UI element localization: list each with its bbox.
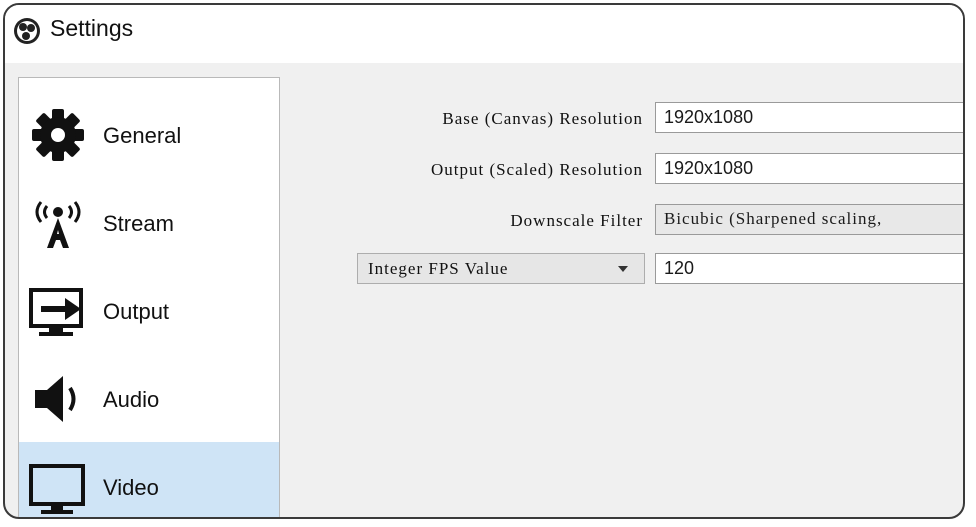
output-resolution-label: Output (Scaled) Resolution	[430, 160, 643, 179]
sidebar-item-label: Video	[103, 475, 159, 500]
fps-value-field[interactable]: 120	[655, 253, 963, 284]
sidebar-item-output[interactable]: Output	[19, 266, 279, 354]
sidebar-item-label: Audio	[103, 387, 160, 412]
sidebar-item-general[interactable]: General	[19, 90, 279, 178]
sidebar-item-stream[interactable]: Stream	[19, 178, 279, 266]
fps-type-select[interactable]: Integer FPS Value	[357, 253, 645, 284]
chevron-down-icon	[618, 266, 628, 272]
monitor-icon	[29, 464, 85, 514]
antenna-icon	[35, 201, 81, 248]
base-resolution-label: Base (Canvas) Resolution	[442, 109, 643, 128]
base-resolution-field[interactable]: 1920x1080	[655, 102, 963, 133]
sidebar-item-label: Output	[103, 299, 170, 324]
settings-sidebar: General Stream Output Audio Video	[18, 77, 280, 517]
speaker-icon	[35, 376, 76, 422]
title-bar: Settings	[5, 5, 963, 63]
output-resolution-field[interactable]: 1920x1080	[655, 153, 963, 184]
monitor-arrow-icon	[29, 288, 83, 336]
window-title: Settings	[50, 15, 134, 41]
sidebar-item-audio[interactable]: Audio	[19, 354, 279, 442]
gear-icon	[32, 109, 84, 161]
video-settings-panel: Base (Canvas) Resolution 1920x1080 Outpu…	[295, 65, 963, 517]
settings-window: Settings General Stream Output Audio Vid…	[3, 3, 965, 519]
downscale-filter-select[interactable]: Bicubic (Sharpened scaling,	[655, 204, 963, 235]
obs-logo-icon	[14, 18, 40, 44]
fps-type-value: Integer FPS Value	[368, 259, 509, 278]
sidebar-item-video[interactable]: Video	[19, 442, 279, 517]
sidebar-item-label: General	[103, 123, 182, 148]
downscale-filter-label: Downscale Filter	[510, 211, 643, 230]
sidebar-item-label: Stream	[103, 211, 174, 236]
